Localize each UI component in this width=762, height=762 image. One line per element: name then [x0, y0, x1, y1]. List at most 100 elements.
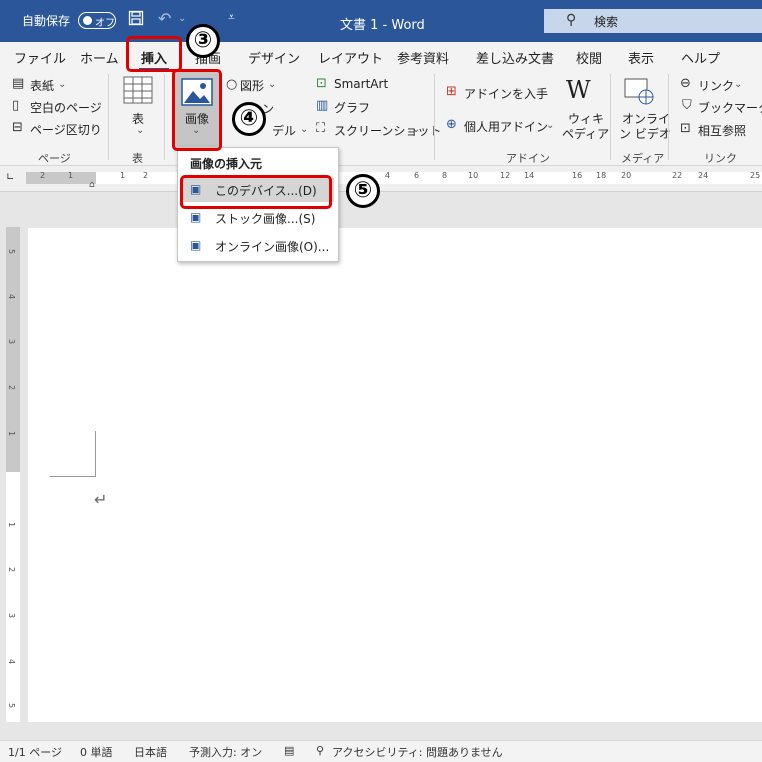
- ruler-number: 1: [68, 171, 74, 180]
- wikipedia-icon[interactable]: W: [566, 76, 591, 104]
- ruler-number: 10: [468, 171, 479, 180]
- undo-icon[interactable]: ↶: [158, 9, 171, 28]
- table-icon[interactable]: [123, 76, 153, 107]
- smartart-button[interactable]: SmartArt: [334, 77, 388, 91]
- horizontal-ruler[interactable]: ∟ 2 1 1 2 4 6 8 10 12 14 16 18 20 22 24 …: [0, 166, 762, 192]
- shapes-button[interactable]: 図形: [240, 77, 264, 94]
- chart-icon: ▥: [316, 98, 329, 113]
- vruler-number: 3: [7, 338, 17, 345]
- autosave-toggle[interactable]: オフ: [78, 12, 116, 29]
- step-3-badge: ③: [186, 24, 220, 58]
- vruler-number: 3: [7, 612, 17, 619]
- online-video-icon[interactable]: [624, 78, 654, 109]
- step-4-badge: ④: [232, 102, 266, 136]
- menu-item-label: オンライン画像(O)...: [215, 240, 330, 254]
- title-bar: 自動保存 オフ ↶ ⌄ ⩡ 文書 1 - Word ⚲ 検索: [0, 0, 762, 42]
- smartart-icon: ⊡: [316, 76, 327, 91]
- page-break-icon: ⊟: [12, 120, 23, 135]
- tab-home[interactable]: ホーム: [80, 48, 119, 67]
- link-button[interactable]: リンク: [698, 77, 734, 94]
- ruler-strip: [26, 172, 762, 184]
- menu-title: 画像の挿入元: [190, 157, 263, 171]
- highlight-this-device: [180, 175, 332, 209]
- tab-view[interactable]: 表示: [628, 48, 654, 67]
- shapes-chevron-icon[interactable]: ⌄: [268, 79, 276, 90]
- status-words[interactable]: 0 単語: [80, 744, 113, 760]
- screenshot-button[interactable]: スクリーンショット: [334, 122, 441, 139]
- my-addins-button[interactable]: 個人用アドイン: [464, 118, 548, 135]
- cross-reference-icon: ⊡: [680, 121, 691, 136]
- paragraph-mark-icon: ↵: [94, 490, 108, 509]
- tab-design[interactable]: デザイン: [248, 48, 300, 67]
- menu-item-stock-images[interactable]: ▣ ストック画像...(S): [182, 206, 334, 230]
- link-chevron-icon[interactable]: ⌄: [734, 79, 742, 90]
- divider: [610, 74, 611, 160]
- my-addins-chevron-icon[interactable]: ⌄: [546, 120, 554, 131]
- get-addins-icon: ⊞: [446, 84, 457, 99]
- document-page[interactable]: ↵: [28, 228, 762, 722]
- autosave-state: オフ: [95, 18, 115, 29]
- page-break-button[interactable]: ページ区切り: [30, 121, 102, 138]
- my-addins-icon: ⊕: [446, 117, 457, 132]
- tab-stop-icon[interactable]: ∟: [6, 172, 14, 183]
- search-placeholder: 検索: [594, 15, 619, 29]
- wikipedia-label-2[interactable]: ペディア: [562, 125, 609, 142]
- 3d-models-button-partial[interactable]: デル: [272, 122, 296, 139]
- undo-dropdown-icon[interactable]: ⌄: [178, 13, 186, 24]
- ruler-number: 25: [750, 171, 761, 180]
- margin-corner-mark: [50, 431, 96, 477]
- menu-item-online-pictures[interactable]: ▣ オンライン画像(O)...: [182, 234, 334, 258]
- vruler-number: 5: [7, 248, 17, 255]
- tab-mailings[interactable]: 差し込み文書: [476, 48, 554, 67]
- status-page[interactable]: 1/1 ページ: [8, 744, 62, 760]
- status-language[interactable]: 日本語: [134, 744, 167, 760]
- ruler-number: 18: [596, 171, 607, 180]
- highlight-picture-button: [172, 69, 222, 151]
- status-accessibility[interactable]: アクセシビリティ: 問題ありません: [332, 744, 503, 760]
- ribbon-tabs: ファイル ホーム 挿入 描画 デザイン レイアウト 参考資料 差し込み文書 校閲…: [0, 42, 762, 71]
- bookmark-button[interactable]: ブックマーク: [698, 99, 762, 116]
- tab-layout[interactable]: レイアウト: [318, 48, 383, 67]
- vruler-number: 2: [7, 384, 17, 391]
- tab-help[interactable]: ヘルプ: [681, 48, 720, 67]
- ruler-number: 12: [500, 171, 511, 180]
- cross-reference-button[interactable]: 相互参照: [698, 122, 746, 139]
- ruler-number: 22: [672, 171, 683, 180]
- 3d-models-chevron-icon[interactable]: ⌄: [300, 124, 308, 135]
- indent-marker-icon[interactable]: ⌂: [89, 180, 95, 190]
- tab-review[interactable]: 校閲: [576, 48, 602, 67]
- vertical-ruler[interactable]: 5 4 3 2 1 1 2 3 4 5: [6, 227, 20, 722]
- ribbon: ▤ 表紙 ⌄ ▯ 空白のページ ⊟ ページ区切り ページ 表 ⌄ 表 ○ 図形 …: [0, 70, 762, 166]
- divider: [434, 74, 435, 160]
- blank-page-icon: ▯: [12, 98, 20, 113]
- get-addins-button[interactable]: アドインを入手: [464, 85, 548, 102]
- screenshot-chevron-icon[interactable]: ⌄: [412, 124, 420, 135]
- vruler-number: 5: [7, 702, 17, 709]
- divider: [108, 74, 109, 160]
- ruler-number: 6: [414, 171, 420, 180]
- vruler-number: 1: [7, 521, 17, 528]
- ruler-number: 2: [143, 171, 149, 180]
- focus-icon[interactable]: ▤: [284, 744, 294, 757]
- online-video-label-2[interactable]: ン ビデオ: [619, 125, 671, 142]
- group-label-links: リンク: [704, 152, 737, 165]
- tab-references[interactable]: 参考資料: [397, 48, 449, 67]
- group-label-table: 表: [132, 152, 143, 165]
- tab-file[interactable]: ファイル: [14, 48, 66, 67]
- group-label-pages: ページ: [38, 152, 71, 165]
- ruler-number: 20: [621, 171, 632, 180]
- blank-page-button[interactable]: 空白のページ: [30, 99, 102, 116]
- chart-button[interactable]: グラフ: [334, 99, 370, 116]
- cover-page-icon: ▤: [12, 76, 25, 91]
- status-predict[interactable]: 予測入力: オン: [189, 744, 262, 760]
- ruler-number: 24: [698, 171, 709, 180]
- highlight-insert-tab: [126, 36, 182, 72]
- search-icon: ⚲: [566, 12, 577, 28]
- screenshot-icon: ⛶: [316, 121, 326, 136]
- cover-page-button[interactable]: 表紙: [30, 77, 54, 94]
- table-chevron-icon[interactable]: ⌄: [136, 125, 144, 136]
- customize-icon[interactable]: ⩡: [228, 10, 235, 25]
- search-box[interactable]: ⚲ 検索: [544, 9, 762, 33]
- save-icon[interactable]: [128, 10, 144, 30]
- cover-page-chevron-icon[interactable]: ⌄: [58, 79, 66, 90]
